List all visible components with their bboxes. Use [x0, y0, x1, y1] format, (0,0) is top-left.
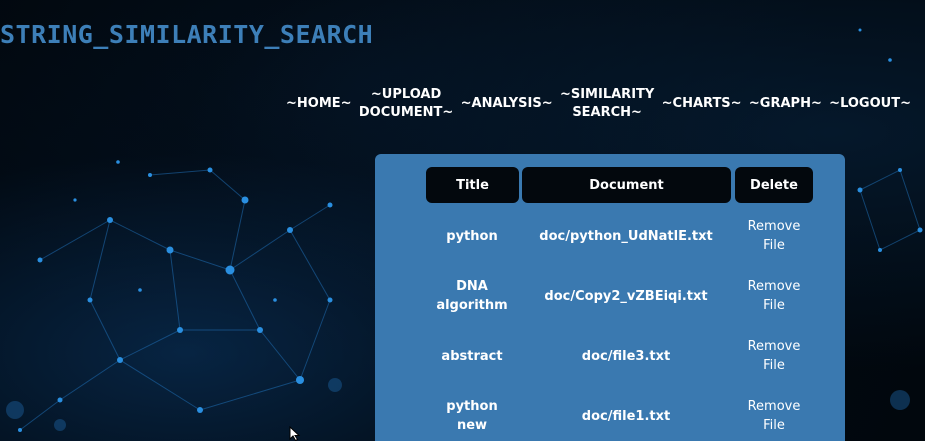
nav-upload-label-line1: ~UPLOAD — [370, 87, 442, 102]
remove-file-line1: Remove — [747, 219, 801, 234]
row-title-line1: python — [446, 399, 498, 414]
row-title-line2: new — [456, 418, 488, 433]
nav-logout-label: ~LOGOUT~ — [829, 96, 911, 111]
nav-upload-label-line2: DOCUMENT~ — [358, 105, 454, 120]
table-row: abstract doc/file3.txt Remove File — [375, 326, 845, 386]
nav-similarity-search[interactable]: ~SIMILARITY SEARCH~ — [560, 86, 654, 122]
nav-analysis-label: ~ANALYSIS~ — [460, 96, 553, 111]
row-title-line1: python — [446, 228, 498, 244]
remove-file-link[interactable]: Remove File — [733, 386, 815, 441]
row-title: python new — [425, 386, 519, 441]
remove-file-line1: Remove — [747, 399, 801, 414]
row-document-path: doc/file3.txt — [581, 348, 671, 364]
app-title: STRING_SIMILARITY_SEARCH — [0, 20, 374, 49]
table-row: DNA algorithm doc/Copy2_vZBEiqi.txt Remo… — [375, 266, 845, 326]
column-header-delete: Delete — [735, 167, 813, 203]
table-row: python new doc/file1.txt Remove File — [375, 386, 845, 441]
row-title-line1: DNA — [456, 279, 488, 294]
remove-file-line2: File — [763, 238, 785, 253]
column-header-title: Title — [426, 167, 519, 203]
row-document-path: doc/file1.txt — [581, 408, 671, 424]
documents-table: Title Document Delete python doc/python_… — [375, 154, 845, 441]
remove-file-link[interactable]: Remove File — [733, 326, 815, 386]
nav-logout[interactable]: ~LOGOUT~ — [829, 95, 911, 113]
nav-graph[interactable]: ~GRAPH~ — [749, 95, 822, 113]
nav-similarity-label-line2: SEARCH~ — [572, 105, 642, 120]
nav-graph-label: ~GRAPH~ — [748, 96, 822, 111]
remove-file-link[interactable]: Remove File — [733, 266, 815, 326]
row-title-line2: algorithm — [436, 298, 508, 313]
nav-analysis[interactable]: ~ANALYSIS~ — [461, 95, 553, 113]
remove-file-line1: Remove — [747, 339, 801, 354]
nav-charts[interactable]: ~CHARTS~ — [662, 95, 742, 113]
nav-similarity-label-line1: ~SIMILARITY — [559, 87, 655, 102]
row-title: DNA algorithm — [425, 266, 519, 326]
nav-home[interactable]: ~HOME~ — [286, 95, 352, 113]
mouse-cursor-icon — [289, 425, 301, 441]
table-row: python doc/python_UdNatlE.txt Remove Fil… — [375, 206, 845, 266]
nav-home-label: ~HOME~ — [286, 96, 352, 111]
nav-charts-label: ~CHARTS~ — [661, 96, 742, 111]
row-title: python — [425, 206, 519, 266]
remove-file-line2: File — [763, 298, 785, 313]
nav-upload-document[interactable]: ~UPLOAD DOCUMENT~ — [359, 86, 453, 122]
remove-file-link[interactable]: Remove File — [733, 206, 815, 266]
column-header-document: Document — [522, 167, 731, 203]
main-nav: ~HOME~ ~UPLOAD DOCUMENT~ ~ANALYSIS~ ~SIM… — [286, 84, 911, 124]
row-document-path: doc/python_UdNatlE.txt — [539, 228, 713, 244]
remove-file-line2: File — [763, 418, 785, 433]
remove-file-line2: File — [763, 358, 785, 373]
row-title: abstract — [425, 326, 519, 386]
row-title-line1: abstract — [441, 348, 503, 364]
row-document-path: doc/Copy2_vZBEiqi.txt — [544, 288, 708, 304]
remove-file-line1: Remove — [747, 279, 801, 294]
